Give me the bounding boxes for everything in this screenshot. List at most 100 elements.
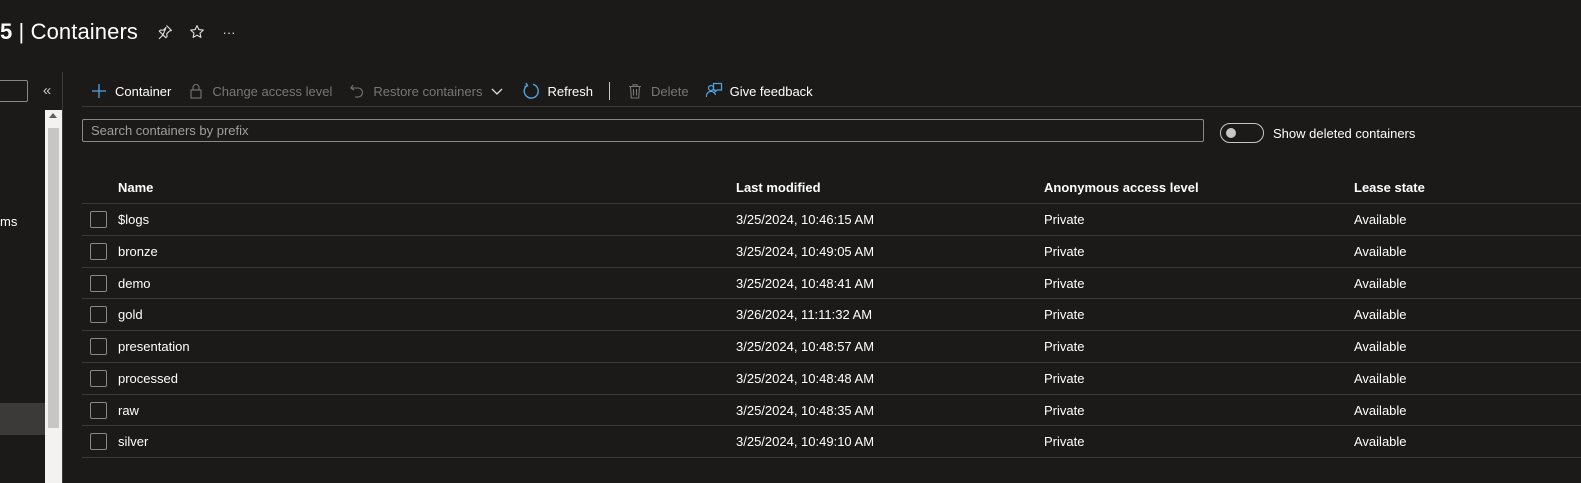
title-separator: | xyxy=(12,19,31,44)
container-name[interactable]: $logs xyxy=(118,212,149,227)
containers-page: 5 | Containers ··· « ms Container Change… xyxy=(0,0,1581,483)
refresh-button[interactable]: Refresh xyxy=(514,78,601,104)
page-title: 5 | Containers xyxy=(0,19,138,45)
give-feedback-label: Give feedback xyxy=(729,83,813,99)
access-level: Private xyxy=(1044,370,1085,386)
row-checkbox[interactable] xyxy=(90,433,107,451)
container-name[interactable]: raw xyxy=(118,403,139,418)
feedback-icon xyxy=(705,82,723,100)
delete-button[interactable]: Delete xyxy=(618,78,697,104)
lock-icon xyxy=(187,82,205,100)
table-row[interactable]: silver 3/25/2024, 10:49:10 AM Private Av… xyxy=(82,426,1581,458)
undo-icon xyxy=(348,82,366,100)
toggle-switch[interactable] xyxy=(1220,123,1264,143)
toolbar-divider xyxy=(82,106,1581,107)
scroll-thumb[interactable] xyxy=(48,128,59,428)
refresh-icon xyxy=(522,82,540,100)
table-row[interactable]: presentation 3/25/2024, 10:48:57 AM Priv… xyxy=(82,331,1581,363)
access-level: Private xyxy=(1044,307,1085,323)
row-checkbox[interactable] xyxy=(90,274,107,292)
title-prefix: 5 xyxy=(0,19,13,44)
row-checkbox[interactable] xyxy=(90,211,107,228)
table-row[interactable]: demo 3/25/2024, 10:48:41 AM Private Avai… xyxy=(82,268,1581,300)
lease-state: Available xyxy=(1354,370,1407,386)
delete-label: Delete xyxy=(651,83,689,99)
nav-item-fragment[interactable]: ms xyxy=(0,214,17,229)
restore-containers-label: Restore containers xyxy=(373,83,483,99)
toggle-knob xyxy=(1226,128,1236,138)
row-checkbox[interactable] xyxy=(90,401,107,419)
table-row[interactable]: raw 3/25/2024, 10:48:35 AM Private Avail… xyxy=(82,395,1581,427)
command-bar: Container Change access level Restore co… xyxy=(82,78,821,104)
nav-search-input[interactable] xyxy=(0,80,28,102)
pin-icon[interactable] xyxy=(156,23,174,41)
row-checkbox[interactable] xyxy=(90,338,107,355)
lease-state: Available xyxy=(1354,243,1407,259)
column-header-access[interactable]: Anonymous access level xyxy=(1044,180,1199,195)
add-container-label: Container xyxy=(115,83,172,99)
nav-scrollbar[interactable] xyxy=(45,110,62,483)
lease-state: Available xyxy=(1354,307,1407,323)
refresh-label: Refresh xyxy=(547,83,593,99)
show-deleted-toggle[interactable]: Show deleted containers xyxy=(1220,123,1415,143)
container-name[interactable]: demo xyxy=(118,276,151,291)
container-name[interactable]: bronze xyxy=(118,244,158,259)
nav-item-selected[interactable] xyxy=(0,403,45,435)
container-name[interactable]: presentation xyxy=(118,339,190,354)
last-modified: 3/26/2024, 11:11:32 AM xyxy=(736,307,873,323)
toggle-label: Show deleted containers xyxy=(1273,125,1416,141)
change-access-label: Change access level xyxy=(212,83,333,99)
search-input[interactable] xyxy=(82,119,1204,142)
access-level: Private xyxy=(1044,434,1085,450)
access-level: Private xyxy=(1044,339,1085,354)
lease-state: Available xyxy=(1354,275,1407,291)
plus-icon xyxy=(90,82,108,100)
scroll-up-icon[interactable] xyxy=(49,113,57,118)
last-modified: 3/25/2024, 10:49:10 AM xyxy=(736,434,875,450)
trash-icon xyxy=(626,82,644,100)
change-access-level-button[interactable]: Change access level xyxy=(179,78,340,104)
more-icon[interactable]: ··· xyxy=(220,23,238,41)
last-modified: 3/25/2024, 10:48:48 AM xyxy=(736,370,875,386)
nav-divider xyxy=(62,72,63,483)
last-modified: 3/25/2024, 10:48:57 AM xyxy=(736,339,875,354)
title-label: Containers xyxy=(30,19,138,44)
table-body: $logs 3/25/2024, 10:46:15 AM Private Ava… xyxy=(82,204,1581,458)
column-header-name[interactable]: Name xyxy=(118,180,153,195)
lease-state: Available xyxy=(1354,402,1407,418)
table-row[interactable]: $logs 3/25/2024, 10:46:15 AM Private Ava… xyxy=(82,204,1581,236)
table-row[interactable]: gold 3/26/2024, 11:11:32 AM Private Avai… xyxy=(82,299,1581,331)
row-checkbox[interactable] xyxy=(90,242,107,260)
star-icon[interactable] xyxy=(188,23,206,41)
container-name[interactable]: silver xyxy=(118,434,148,449)
access-level: Private xyxy=(1044,212,1085,227)
column-header-last-modified[interactable]: Last modified xyxy=(736,180,821,195)
access-level: Private xyxy=(1044,402,1085,418)
table-row[interactable]: bronze 3/25/2024, 10:49:05 AM Private Av… xyxy=(82,236,1581,268)
page-header: 5 | Containers ··· xyxy=(0,14,238,50)
row-checkbox[interactable] xyxy=(90,306,107,324)
access-level: Private xyxy=(1044,243,1085,259)
left-nav: « ms xyxy=(0,72,64,483)
last-modified: 3/25/2024, 10:46:15 AM xyxy=(736,212,875,227)
access-level: Private xyxy=(1044,275,1085,291)
container-name[interactable]: gold xyxy=(118,307,143,322)
lease-state: Available xyxy=(1354,212,1407,227)
table-row[interactable]: processed 3/25/2024, 10:48:48 AM Private… xyxy=(82,363,1581,395)
container-name[interactable]: processed xyxy=(118,371,178,386)
restore-containers-button[interactable]: Restore containers xyxy=(340,78,514,104)
last-modified: 3/25/2024, 10:48:35 AM xyxy=(736,402,875,418)
add-container-button[interactable]: Container xyxy=(82,78,179,104)
chevron-down-icon[interactable] xyxy=(488,82,506,100)
row-checkbox[interactable] xyxy=(90,369,107,387)
give-feedback-button[interactable]: Give feedback xyxy=(697,78,821,104)
toolbar-separator xyxy=(609,82,610,100)
lease-state: Available xyxy=(1354,434,1407,450)
lease-state: Available xyxy=(1354,339,1407,354)
last-modified: 3/25/2024, 10:49:05 AM xyxy=(736,243,875,259)
containers-table: Name Last modified Anonymous access leve… xyxy=(82,172,1581,458)
column-header-lease[interactable]: Lease state xyxy=(1354,180,1425,195)
collapse-icon[interactable]: « xyxy=(38,80,56,100)
last-modified: 3/25/2024, 10:48:41 AM xyxy=(736,275,875,291)
table-header: Name Last modified Anonymous access leve… xyxy=(82,172,1581,204)
